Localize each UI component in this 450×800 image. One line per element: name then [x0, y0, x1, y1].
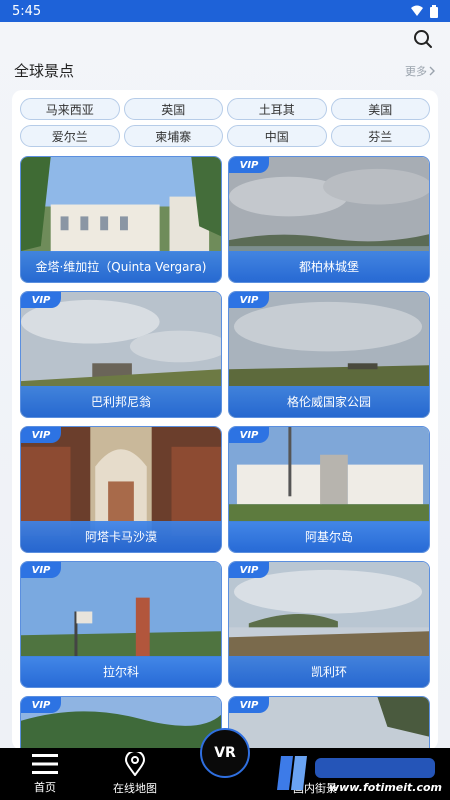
vip-badge: VIP — [21, 697, 61, 713]
attraction-card[interactable]: VIP — [20, 696, 222, 750]
watermark-url: www.fotimeit.com — [328, 781, 442, 794]
nav-map-label: 在线地图 — [113, 782, 157, 795]
attraction-caption: 金塔·维加拉（Quinta Vergara) — [21, 251, 221, 282]
attraction-caption: 巴利邦尼翁 — [21, 386, 221, 417]
chip-usa[interactable]: 美国 — [330, 98, 430, 120]
attraction-card[interactable]: VIP 拉尔科 — [20, 561, 222, 688]
status-time: 5:45 — [12, 3, 42, 19]
chip-china[interactable]: 中国 — [227, 125, 327, 147]
chip-finland[interactable]: 芬兰 — [330, 125, 430, 147]
attraction-card[interactable]: VIP — [228, 696, 430, 750]
attraction-caption: 阿基尔岛 — [229, 521, 429, 552]
chip-cambodia[interactable]: 柬埔寨 — [123, 125, 223, 147]
chip-malaysia[interactable]: 马来西亚 — [20, 98, 120, 120]
search-icon[interactable] — [412, 28, 434, 50]
country-filter-chips: 马来西亚 英国 土耳其 美国 爱尔兰 柬埔寨 中国 芬兰 — [20, 98, 430, 147]
attraction-card[interactable]: VIP 阿基尔岛 — [228, 426, 430, 553]
attraction-grid: 金塔·维加拉（Quinta Vergara) VIP 都柏林城堡 VIP 巴利邦… — [20, 156, 430, 750]
nav-home[interactable]: 首页 — [0, 748, 90, 800]
more-link[interactable]: 更多 — [405, 63, 436, 79]
menu-icon — [32, 754, 58, 774]
vip-badge: VIP — [229, 292, 269, 308]
attraction-card[interactable]: VIP 凯利环 — [228, 561, 430, 688]
vip-badge: VIP — [229, 157, 269, 173]
chevron-right-icon — [429, 66, 435, 75]
attraction-card[interactable]: VIP 格伦威国家公园 — [228, 291, 430, 418]
vip-badge: VIP — [21, 292, 61, 308]
status-icons — [410, 4, 438, 18]
status-bar: 5:45 — [0, 0, 450, 22]
nav-home-label: 首页 — [34, 781, 56, 794]
battery-icon — [430, 4, 438, 18]
attraction-caption: 拉尔科 — [21, 656, 221, 687]
chip-turkey[interactable]: 土耳其 — [227, 98, 327, 120]
vip-badge: VIP — [21, 427, 61, 443]
attraction-caption: 凯利环 — [229, 656, 429, 687]
vip-badge: VIP — [21, 562, 61, 578]
nav-map[interactable]: 在线地图 — [90, 748, 180, 800]
attraction-card[interactable]: VIP 都柏林城堡 — [228, 156, 430, 283]
vip-badge: VIP — [229, 697, 269, 713]
vip-badge: VIP — [229, 427, 269, 443]
location-pin-icon — [125, 752, 145, 776]
attraction-caption: 都柏林城堡 — [229, 251, 429, 282]
attraction-card[interactable]: 金塔·维加拉（Quinta Vergara) — [20, 156, 222, 283]
chip-ireland[interactable]: 爱尔兰 — [20, 125, 120, 147]
wifi-icon — [411, 5, 423, 16]
attractions-panel: 马来西亚 英国 土耳其 美国 爱尔兰 柬埔寨 中国 芬兰 金塔·维加拉（Quin… — [12, 90, 438, 750]
attraction-card[interactable]: VIP 巴利邦尼翁 — [20, 291, 222, 418]
attraction-caption: 格伦威国家公园 — [229, 386, 429, 417]
section-title: 全球景点 — [14, 62, 75, 80]
section-header: 全球景点 更多 — [14, 60, 436, 81]
vip-badge: VIP — [229, 562, 269, 578]
more-label: 更多 — [405, 64, 427, 78]
chip-uk[interactable]: 英国 — [123, 98, 223, 120]
vr-button[interactable]: VR — [200, 728, 250, 778]
attraction-caption: 阿塔卡马沙漠 — [21, 521, 221, 552]
attraction-card[interactable]: VIP 阿塔卡马沙漠 — [20, 426, 222, 553]
